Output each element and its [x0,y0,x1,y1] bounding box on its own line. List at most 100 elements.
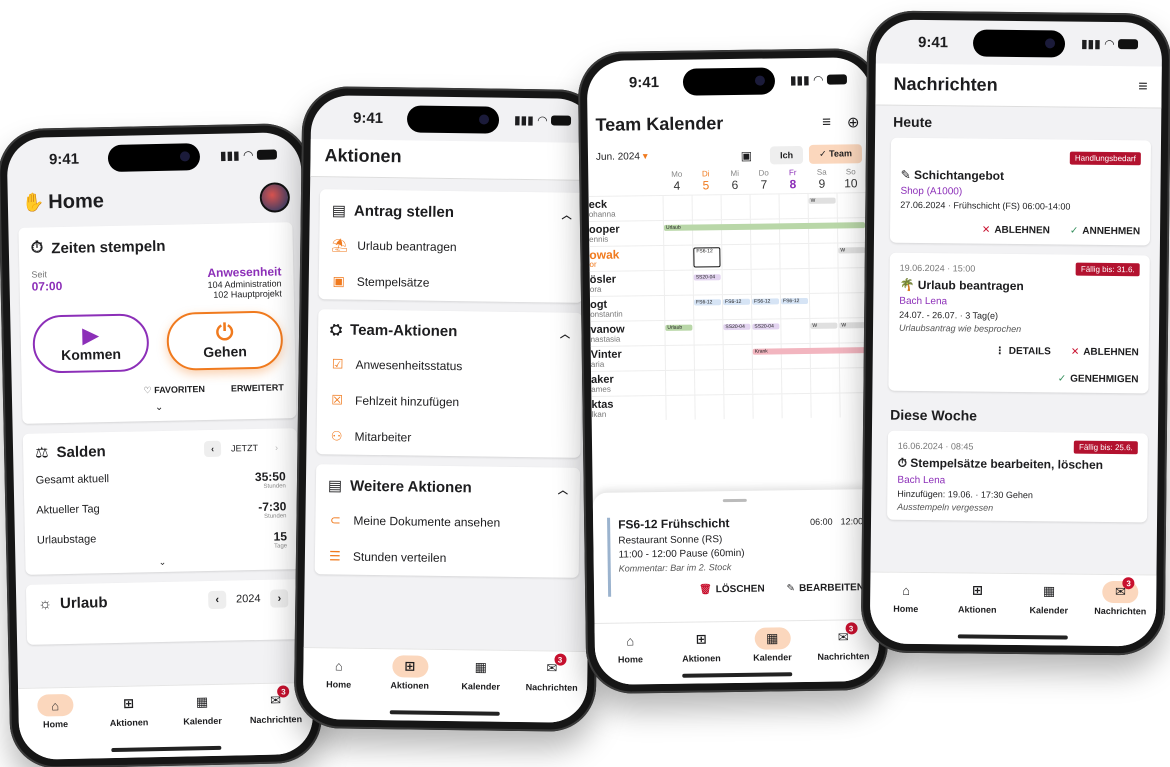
calendar-cell[interactable] [780,318,810,344]
calendar-row[interactable]: ktas lkan [591,392,876,421]
prev-button[interactable]: ‹ [203,440,222,458]
msg1-ablehnen-button[interactable]: ✕ ABLEHNEN [982,225,1050,237]
shift-event[interactable]: FS6-12 [722,298,751,306]
calendar-cell[interactable] [693,320,723,345]
calendar-cell[interactable] [663,245,693,270]
message-card-stempel[interactable]: 16.06.2024 · 08:45 Fällig bis: 25.6. ⏱ S… [887,430,1148,523]
calendar-cell[interactable] [664,345,694,370]
calendar-cell[interactable] [837,268,867,293]
calendar-cell[interactable] [808,293,839,318]
check-icon: ✓ [1057,373,1067,385]
calendar-cell[interactable] [781,393,811,419]
calendar-cell[interactable] [694,395,724,420]
calendar-cell[interactable] [752,394,782,419]
shift-event[interactable]: W [838,247,866,254]
shift-event[interactable]: FS6-12 [693,299,722,306]
calendar-cell[interactable] [662,195,692,220]
calendar-cell[interactable] [722,344,752,370]
calendar-cell[interactable] [664,370,695,395]
erweitert-button[interactable]: ERWEITERT [231,382,284,394]
calendar-cell[interactable] [721,244,751,270]
nav-home[interactable]: ⌂ Home [303,654,375,720]
team-toggle[interactable]: ✓ Team [808,144,863,164]
kommen-button[interactable]: ▶ Kommen [32,313,150,374]
shift-event[interactable]: SS20-04 [723,323,751,331]
shift-event[interactable]: W [839,322,867,329]
shift-event[interactable]: FS6-12 [693,247,721,268]
ich-toggle[interactable]: Ich [769,145,804,164]
calendar-cell[interactable] [723,394,753,420]
calendar-cell[interactable] [809,368,840,393]
nav-nachrichten[interactable]: ✉ 3 Nachrichten [1084,577,1156,647]
calendar-cell[interactable] [808,243,838,268]
antrag-header[interactable]: ▤ Antrag stellen ︿ [320,189,585,231]
action-item[interactable]: ▣ Stempelsätze [319,263,583,303]
shift-event[interactable]: SS20-04 [752,323,780,330]
avatar[interactable] [259,182,291,213]
year-next-button[interactable]: › [270,589,289,608]
sheet-handle[interactable] [722,498,747,503]
expand-chevron-icon[interactable]: ⌄ [34,399,284,415]
favoriten-button[interactable]: ♡ FAVORITEN [143,384,205,396]
shift-event[interactable]: SS20-04 [693,274,721,281]
team-header[interactable]: ⛭ Team-Aktionen ︿ [318,309,582,350]
action-item[interactable]: ☒ Fehlzeit hinzufügen [317,382,581,422]
bearbeiten-button[interactable]: ✎ BEARBEITEN [787,582,865,594]
calendar-cell[interactable] [778,193,808,219]
filter-icon[interactable]: ≡ [822,113,831,131]
calendar-cell[interactable] [779,268,809,294]
calendar-cell[interactable] [693,345,723,370]
calendar-cell[interactable] [663,270,693,295]
msg2-ablehnen-button[interactable]: ✕ ABLEHNEN [1071,347,1139,359]
calendar-cell[interactable] [665,395,695,420]
nav-nachrichten[interactable]: ✉ 3 Nachrichten [516,653,588,723]
action-item[interactable]: ☑ Anwesenheitsstatus [317,346,581,386]
action-item[interactable]: ⚇ Mitarbeiter [316,418,580,458]
calendar-cell[interactable] [780,368,811,394]
nav-home[interactable]: ⌂ Home [595,629,667,685]
calendar-cell[interactable] [779,243,809,269]
shift-event[interactable]: FS6-12 [780,297,809,305]
calendar-cell[interactable] [750,269,780,294]
gehen-button[interactable]: ⏻ Gehen [166,310,284,371]
shift-event[interactable]: W [808,197,836,204]
month-select[interactable]: Jun. 2024 ▾ [596,151,648,163]
add-circle-icon[interactable]: ⊕ [847,113,860,131]
calendar-cell[interactable] [750,244,780,269]
calendar-cell[interactable] [693,370,724,395]
calendar-cell[interactable] [836,193,866,218]
calendar-cell[interactable] [720,194,750,220]
today-icon[interactable]: ▣ [741,148,753,162]
message-card-urlaub[interactable]: 19.06.2024 · 15:00 Fällig bis: 31.6. 🌴 U… [888,252,1150,394]
year-prev-button[interactable]: ‹ [208,590,227,610]
calendar-cell[interactable] [722,369,753,395]
status-time: 9:41 [628,73,660,91]
message-card-schicht[interactable]: Handlungsbedarf ✎ Schichtangebot Shop (A… [889,137,1152,246]
weitere-header[interactable]: ▤ Weitere Aktionen ︿ [316,464,581,506]
nav-home[interactable]: ⌂ Home [870,578,942,644]
nav-nachrichten[interactable]: ✉ 3 Nachrichten [808,622,880,682]
action-item[interactable]: ⊂ Meine Dokumente ansehen [315,502,579,542]
next-button[interactable]: › [268,439,285,455]
calendar-cell[interactable] [691,195,721,220]
shift-event[interactable]: W [810,322,838,329]
home-header: ✋ Home [7,176,302,228]
nav-home[interactable]: ⌂ Home [18,693,93,760]
calendar-cell[interactable] [808,268,838,293]
action-item[interactable]: ☰ Stunden verteilen [315,538,579,578]
calendar-cell[interactable] [663,295,694,320]
loeschen-button[interactable]: 🗑 LÖSCHEN [699,584,765,596]
calendar-cell[interactable] [837,293,868,318]
calendar-cell[interactable] [751,369,782,394]
calendar-cell[interactable] [721,269,751,295]
calendar-cell[interactable] [749,194,779,219]
shift-event[interactable]: FS6-12 [751,298,780,305]
msg2-genehmigen-button[interactable]: ✓ GENEHMIGEN [1058,373,1139,385]
calendar-cell[interactable] [810,393,840,418]
shift-event[interactable]: Urlaub [665,324,693,331]
action-item[interactable]: ⛱ Urlaub beantragen [319,227,583,267]
msg1-annehmen-button[interactable]: ✓ ANNEHMEN [1070,226,1140,238]
filter-icon[interactable]: ≡ [1138,78,1148,96]
msg2-details-button[interactable]: ⋮ DETAILS [995,346,1051,358]
person-name: owak or [589,248,663,270]
